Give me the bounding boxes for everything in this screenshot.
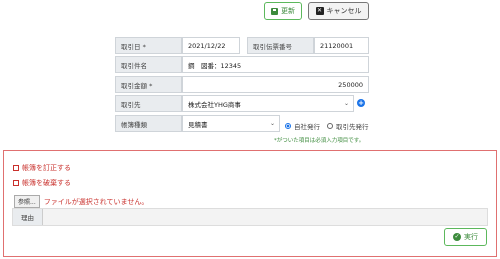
required-note: *がついた項目は必須入力項目です。 — [274, 138, 365, 144]
file-picker: 参照... ファイルが選択されていません。 — [14, 195, 148, 208]
add-partner-icon[interactable]: + — [357, 99, 365, 107]
update-button-label: 更新 — [281, 7, 295, 15]
radio-partner-label: 取引先発行 — [336, 123, 369, 131]
close-icon: ✕ — [315, 7, 324, 15]
correct-checkbox-label: 帳簿を訂正する — [22, 164, 71, 172]
checkbox-icon — [13, 180, 19, 186]
doctype-label: 帳簿種類 — [115, 115, 182, 132]
radio-own-label: 自社発行 — [294, 123, 320, 131]
radio-own-issue[interactable]: 自社発行 — [285, 121, 320, 131]
partner-select-value: 株式会社YHG商事 — [188, 100, 241, 109]
subject-input[interactable]: 鋼 図番：12345 — [182, 56, 369, 73]
discard-checkbox[interactable]: 帳簿を破棄する — [13, 178, 71, 188]
partner-label: 取引先 — [115, 95, 182, 112]
subject-label: 取引件名 — [115, 56, 182, 73]
partner-select[interactable]: 株式会社YHG商事 ⌄ — [182, 95, 354, 112]
check-icon: ✓ — [453, 233, 461, 241]
doctype-select-value: 見積書 — [188, 120, 208, 129]
radio-selected-icon — [285, 123, 291, 129]
checkbox-icon — [13, 165, 19, 171]
cancel-button-label: キャンセル — [326, 7, 362, 15]
date-input[interactable]: 2021/12/22 — [182, 37, 240, 54]
slip-number-input[interactable]: 21120001 — [314, 37, 369, 54]
chevron-down-icon: ⌄ — [343, 100, 349, 107]
execute-button-label: 実行 — [464, 233, 478, 241]
slip-number-label: 取引伝票番号 — [247, 37, 314, 54]
file-status-text: ファイルが選択されていません。 — [43, 197, 149, 206]
reason-field[interactable]: 理由 — [12, 208, 488, 226]
file-browse-button[interactable]: 参照... — [14, 195, 40, 208]
doctype-select[interactable]: 見積書 ⌄ — [182, 115, 280, 132]
save-icon — [271, 7, 278, 15]
update-button[interactable]: 更新 — [264, 2, 302, 20]
radio-unselected-icon — [327, 123, 333, 129]
correction-panel: 帳簿を訂正する 帳簿を破棄する 参照... ファイルが選択されていません。 理由… — [3, 150, 497, 257]
date-label: 取引日 * — [115, 37, 182, 54]
chevron-down-icon: ⌄ — [269, 120, 275, 127]
reason-label: 理由 — [13, 209, 43, 225]
amount-input[interactable]: 250000 — [182, 76, 369, 93]
amount-label: 取引金額 * — [115, 76, 182, 93]
radio-partner-issue[interactable]: 取引先発行 — [327, 121, 369, 131]
cancel-button[interactable]: ✕ キャンセル — [308, 2, 369, 20]
execute-button[interactable]: ✓ 実行 — [444, 228, 487, 246]
discard-checkbox-label: 帳簿を破棄する — [22, 179, 71, 187]
correct-checkbox[interactable]: 帳簿を訂正する — [13, 163, 71, 173]
